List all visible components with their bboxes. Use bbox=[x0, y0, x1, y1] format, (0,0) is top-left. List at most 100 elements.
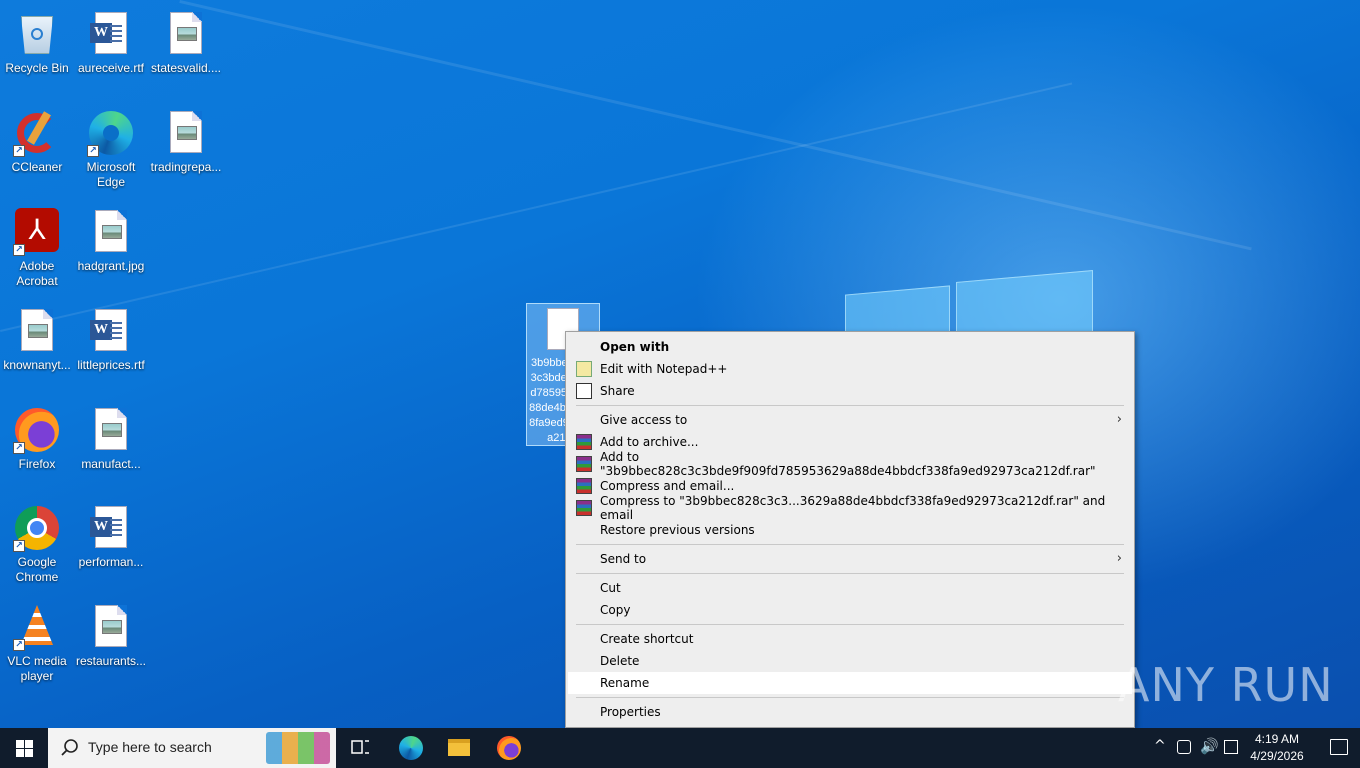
firefox-icon: ↗ bbox=[13, 406, 61, 454]
desktop: Recycle Bin ↗ CCleaner ⅄ ↗ Adobe Acrobat… bbox=[0, 0, 1360, 728]
desktop-icon-recycle-bin[interactable]: Recycle Bin bbox=[0, 4, 74, 96]
menu-item-rename[interactable]: Rename bbox=[568, 672, 1132, 694]
desktop-icon-hadgrant[interactable]: hadgrant.jpg bbox=[74, 202, 148, 294]
desktop-icon-google-chrome[interactable]: ↗ Google Chrome bbox=[0, 498, 74, 590]
recycle-bin-icon bbox=[13, 10, 61, 58]
desktop-icon-vlc[interactable]: ↗ VLC media player bbox=[0, 597, 74, 689]
taskbar: Type here to search ^ 🔊 4:19 AM 4/29/202… bbox=[0, 728, 1360, 768]
menu-item-send-to[interactable]: Send to › bbox=[568, 548, 1132, 570]
image-file-icon bbox=[162, 109, 210, 157]
shortcut-arrow-icon: ↗ bbox=[87, 145, 99, 157]
desktop-icon-label: performan... bbox=[78, 555, 144, 569]
desktop-icon-label: tradingrepa... bbox=[150, 160, 222, 174]
shortcut-arrow-icon: ↗ bbox=[13, 244, 25, 256]
desktop-icon-microsoft-edge[interactable]: ↗ Microsoft Edge bbox=[74, 103, 148, 195]
desktop-icon-restaurants[interactable]: restaurants... bbox=[74, 597, 148, 689]
winrar-icon bbox=[576, 434, 592, 450]
menu-item-share[interactable]: Share bbox=[568, 380, 1132, 402]
desktop-icon-littleprices[interactable]: W littleprices.rtf bbox=[74, 301, 148, 393]
menu-item-label: Add to "3b9bbec828c3c3bde9f909fd78595362… bbox=[600, 450, 1096, 478]
menu-item-label: Compress and email... bbox=[600, 479, 735, 493]
desktop-icon-label: knownanyt... bbox=[3, 358, 71, 372]
word-document-icon: W bbox=[87, 504, 135, 552]
menu-item-delete[interactable]: Delete bbox=[568, 650, 1132, 672]
winrar-icon bbox=[576, 500, 592, 516]
desktop-icon-label: hadgrant.jpg bbox=[77, 259, 145, 273]
task-view-icon bbox=[351, 740, 369, 754]
menu-item-properties[interactable]: Properties bbox=[568, 701, 1132, 723]
chevron-right-icon: › bbox=[1116, 412, 1122, 427]
menu-item-edit-notepadpp[interactable]: Edit with Notepad++ bbox=[568, 358, 1132, 380]
notification-icon[interactable] bbox=[1330, 739, 1348, 755]
image-file-icon bbox=[162, 10, 210, 58]
menu-item-restore-versions[interactable]: Restore previous versions bbox=[568, 519, 1132, 541]
menu-item-label: Open with bbox=[600, 340, 670, 354]
chevron-up-icon[interactable]: ^ bbox=[1154, 738, 1166, 754]
word-document-icon: W bbox=[87, 307, 135, 355]
network-icon[interactable] bbox=[1224, 740, 1238, 754]
desktop-icon-performan[interactable]: W performan... bbox=[74, 498, 148, 590]
desktop-icon-label: aureceive.rtf bbox=[77, 61, 145, 75]
search-icon bbox=[61, 739, 78, 756]
menu-item-label: Edit with Notepad++ bbox=[600, 362, 728, 376]
menu-item-create-shortcut[interactable]: Create shortcut bbox=[568, 628, 1132, 650]
desktop-icon-label: statesvalid.... bbox=[150, 61, 222, 75]
clock-date: 4/29/2026 bbox=[1250, 749, 1304, 763]
image-file-icon bbox=[87, 406, 135, 454]
desktop-icon-manufact[interactable]: manufact... bbox=[74, 400, 148, 492]
system-tray: ^ 🔊 4:19 AM 4/29/2026 bbox=[1140, 728, 1360, 768]
menu-separator bbox=[576, 624, 1124, 625]
desktop-icon-label: Microsoft Edge bbox=[86, 160, 136, 189]
firefox-icon bbox=[497, 736, 521, 760]
menu-item-copy[interactable]: Copy bbox=[568, 599, 1132, 621]
desktop-icon-knownanyt[interactable]: knownanyt... bbox=[0, 301, 74, 393]
shortcut-arrow-icon: ↗ bbox=[13, 540, 25, 552]
desktop-icon-firefox[interactable]: ↗ Firefox bbox=[0, 400, 74, 492]
meet-now-icon[interactable] bbox=[1177, 740, 1191, 754]
vlc-icon: ↗ bbox=[13, 603, 61, 651]
taskbar-firefox[interactable] bbox=[484, 728, 532, 768]
menu-item-cut[interactable]: Cut bbox=[568, 577, 1132, 599]
desktop-icon-label: VLC media player bbox=[7, 654, 67, 683]
shortcut-arrow-icon: ↗ bbox=[13, 639, 25, 651]
menu-item-add-to-rar[interactable]: Add to "3b9bbec828c3c3bde9f909fd78595362… bbox=[568, 450, 1132, 478]
clock[interactable]: 4:19 AM 4/29/2026 bbox=[1242, 731, 1312, 765]
taskbar-file-explorer[interactable] bbox=[435, 728, 483, 768]
desktop-icon-statesvalid[interactable]: statesvalid.... bbox=[149, 4, 223, 96]
menu-item-label: Copy bbox=[600, 603, 631, 617]
search-placeholder: Type here to search bbox=[88, 739, 212, 755]
menu-item-give-access[interactable]: Give access to › bbox=[568, 409, 1132, 431]
image-file-icon bbox=[87, 208, 135, 256]
shortcut-arrow-icon: ↗ bbox=[13, 442, 25, 454]
volume-icon[interactable]: 🔊 bbox=[1200, 737, 1219, 755]
menu-item-label: Properties bbox=[600, 705, 661, 719]
ccleaner-icon: ↗ bbox=[13, 109, 61, 157]
start-button[interactable] bbox=[0, 728, 48, 768]
task-view-button[interactable] bbox=[336, 728, 384, 768]
menu-separator bbox=[576, 697, 1124, 698]
menu-item-compress-to-rar-email[interactable]: Compress to "3b9bbec828c3c3...3629a88de4… bbox=[568, 494, 1132, 522]
menu-item-label: Delete bbox=[600, 654, 640, 668]
clock-time: 4:19 AM bbox=[1254, 732, 1300, 746]
desktop-icon-tradingrepa[interactable]: tradingrepa... bbox=[149, 103, 223, 195]
menu-separator bbox=[576, 573, 1124, 574]
desktop-icon-label: Adobe Acrobat bbox=[16, 259, 58, 288]
menu-item-label: Share bbox=[600, 384, 635, 398]
word-document-icon: W bbox=[87, 10, 135, 58]
light-beam bbox=[179, 0, 1252, 251]
menu-item-label: Cut bbox=[600, 581, 621, 595]
image-file-icon bbox=[13, 307, 61, 355]
desktop-icon-ccleaner[interactable]: ↗ CCleaner bbox=[0, 103, 74, 195]
edge-icon bbox=[399, 736, 423, 760]
desktop-icon-aureceive[interactable]: W aureceive.rtf bbox=[74, 4, 148, 96]
desktop-icon-label: Recycle Bin bbox=[5, 61, 69, 75]
menu-item-label: Restore previous versions bbox=[600, 523, 755, 537]
winrar-icon bbox=[576, 478, 592, 494]
desktop-icon-adobe-acrobat[interactable]: ⅄ ↗ Adobe Acrobat bbox=[0, 202, 74, 294]
menu-item-open-with[interactable]: Open with bbox=[568, 336, 1132, 358]
taskbar-edge[interactable] bbox=[387, 728, 435, 768]
menu-item-label: Give access to bbox=[600, 413, 688, 427]
taskbar-search-box[interactable]: Type here to search bbox=[48, 728, 336, 768]
chrome-icon: ↗ bbox=[13, 504, 61, 552]
menu-item-label: Add to archive... bbox=[600, 435, 699, 449]
